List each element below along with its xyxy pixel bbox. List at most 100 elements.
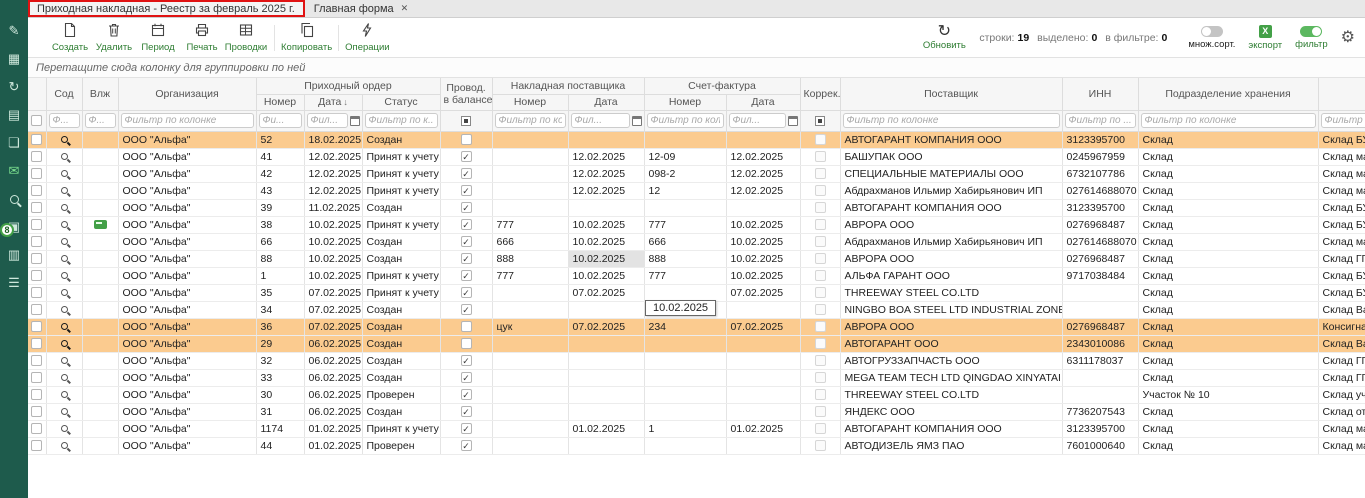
reports-icon[interactable]: ▥ <box>8 248 20 261</box>
row-select-checkbox[interactable] <box>31 270 42 281</box>
header-supplier[interactable]: Поставщик <box>840 78 1062 110</box>
search-icon[interactable] <box>10 192 19 205</box>
row-select-checkbox[interactable] <box>31 372 42 383</box>
in-balance-checkbox[interactable] <box>461 321 472 332</box>
table-row[interactable]: ООО "Альфа"117401.02.2025Принят к учету✓… <box>28 420 1365 437</box>
in-balance-checkbox[interactable]: ✓ <box>461 304 472 315</box>
table-row[interactable]: ООО "Альфа"3206.02.2025Создан✓АВТОГРУЗЗА… <box>28 352 1365 369</box>
table-row[interactable]: ООО "Альфа"3306.02.2025Создан✓MEGA TEAM … <box>28 369 1365 386</box>
table-row[interactable]: ООО "Альфа"4112.02.2025Принят к учету✓12… <box>28 148 1365 165</box>
table-row[interactable]: ООО "Альфа"3810.02.2025Принят к учету✓77… <box>28 216 1365 233</box>
table-row[interactable]: ООО "Альфа"3911.02.2025Создан✓АВТОГАРАНТ… <box>28 199 1365 216</box>
menu-icon[interactable]: ☰ <box>8 276 20 289</box>
close-icon[interactable]: ✕ <box>401 3 409 14</box>
header-supplier-invoice-date[interactable]: Дата <box>568 94 644 110</box>
magnifier-icon[interactable] <box>61 170 68 177</box>
table-row[interactable]: ООО "Альфа"3607.02.2025Созданцук07.02.20… <box>28 318 1365 335</box>
export-button[interactable]: X экспорт <box>1248 25 1282 51</box>
supplier-filter-input[interactable] <box>843 113 1060 128</box>
inn-filter-input[interactable] <box>1065 113 1136 128</box>
magnifier-icon[interactable] <box>61 425 68 432</box>
table-row[interactable]: ООО "Альфа"4212.02.2025Принят к учету✓12… <box>28 165 1365 182</box>
in-balance-checkbox[interactable]: ✓ <box>461 389 472 400</box>
correction-checkbox[interactable] <box>815 134 826 145</box>
supplier-invoice-number-filter-input[interactable] <box>495 113 566 128</box>
multisort-toggle[interactable] <box>1201 26 1223 37</box>
correction-checkbox[interactable] <box>815 321 826 332</box>
multisort-toggle-group[interactable]: множ.сорт. <box>1188 26 1235 50</box>
correction-checkbox[interactable] <box>815 185 826 196</box>
calendar-icon[interactable] <box>350 116 360 126</box>
table-row[interactable]: ООО "Альфа"2906.02.2025СозданАВТОГАРАНТ … <box>28 335 1365 352</box>
correction-checkbox[interactable] <box>815 236 826 247</box>
in-balance-checkbox[interactable]: ✓ <box>461 372 472 383</box>
in-balance-checkbox[interactable]: ✓ <box>461 219 472 230</box>
edit-icon[interactable]: ✎ <box>9 24 20 37</box>
in-balance-checkbox[interactable]: ✓ <box>461 168 472 179</box>
in-balance-checkbox[interactable]: ✓ <box>461 406 472 417</box>
table-row[interactable]: ООО "Альфа"8810.02.2025Создан✓88810.02.2… <box>28 250 1365 267</box>
magnifier-icon[interactable] <box>61 408 68 415</box>
row-select-checkbox[interactable] <box>31 321 42 332</box>
filter-toggle[interactable] <box>1300 26 1322 37</box>
correction-checkbox[interactable] <box>815 287 826 298</box>
header-correction[interactable]: Коррек... <box>800 78 840 110</box>
row-select-checkbox[interactable] <box>31 423 42 434</box>
row-select-checkbox[interactable] <box>31 304 42 315</box>
header-supplier-invoice-number[interactable]: Номер <box>492 94 568 110</box>
correction-checkbox[interactable] <box>815 168 826 179</box>
header-vlozh[interactable]: Влж <box>82 78 118 110</box>
sync-icon[interactable]: ↻ <box>9 80 20 93</box>
create-button[interactable]: Создать <box>48 22 92 53</box>
table-row[interactable]: ООО "Альфа"3106.02.2025Создан✓ЯНДЕКС ООО… <box>28 403 1365 420</box>
correction-checkbox[interactable] <box>815 372 826 383</box>
magnifier-icon[interactable] <box>61 340 68 347</box>
row-select-checkbox[interactable] <box>31 440 42 451</box>
header-factura-number[interactable]: Номер <box>644 94 726 110</box>
in-balance-checkbox[interactable]: ✓ <box>461 270 472 281</box>
postings-button[interactable]: Проводки <box>224 22 268 53</box>
row-select-checkbox[interactable] <box>31 253 42 264</box>
correction-checkbox[interactable] <box>815 202 826 213</box>
row-select-checkbox[interactable] <box>31 219 42 230</box>
magnifier-icon[interactable] <box>61 136 68 143</box>
table-row[interactable]: ООО "Альфа"5218.02.2025СозданАВТОГАРАНТ … <box>28 131 1365 148</box>
calendar-icon[interactable] <box>632 116 642 126</box>
print-queue-icon[interactable]: ▤ <box>8 108 20 121</box>
sod-filter-input[interactable] <box>49 113 80 128</box>
table-row[interactable]: ООО "Альфа"4312.02.2025Принят к учету✓12… <box>28 182 1365 199</box>
header-sod[interactable]: Сод <box>46 78 82 110</box>
magnifier-icon[interactable] <box>61 272 68 279</box>
magnifier-icon[interactable] <box>61 289 68 296</box>
in-balance-checkbox[interactable]: ✓ <box>461 151 472 162</box>
delete-button[interactable]: Удалить <box>92 22 136 53</box>
subdivision-filter-input[interactable] <box>1141 113 1316 128</box>
select-all-checkbox[interactable] <box>31 115 42 126</box>
magnifier-icon[interactable] <box>61 204 68 211</box>
header-subdivision[interactable]: Подразделение хранения <box>1138 78 1318 110</box>
tab-incoming-invoice-register[interactable]: Приходная накладная - Реестр за февраль … <box>28 0 305 17</box>
in-balance-checkbox[interactable]: ✓ <box>461 287 472 298</box>
correction-checkbox[interactable] <box>815 440 826 451</box>
correction-checkbox[interactable] <box>815 389 826 400</box>
magnifier-icon[interactable] <box>61 306 68 313</box>
in-balance-checkbox[interactable]: ✓ <box>461 236 472 247</box>
in-balance-filter-checkbox[interactable] <box>461 116 471 126</box>
correction-checkbox[interactable] <box>815 304 826 315</box>
order-date-filter-input[interactable] <box>307 113 348 128</box>
header-status[interactable]: Статус <box>362 94 440 110</box>
in-balance-checkbox[interactable] <box>461 134 472 145</box>
calendar-icon[interactable] <box>788 116 798 126</box>
modules-icon[interactable]: ▦ <box>8 52 20 65</box>
row-select-checkbox[interactable] <box>31 287 42 298</box>
in-balance-checkbox[interactable]: ✓ <box>461 185 472 196</box>
magnifier-icon[interactable] <box>61 442 68 449</box>
copy-button[interactable]: Копировать <box>281 22 332 53</box>
header-organization[interactable]: Организация <box>118 78 256 110</box>
correction-checkbox[interactable] <box>815 423 826 434</box>
warehouse-filter-input[interactable] <box>1321 113 1365 128</box>
operations-button[interactable]: Операции <box>345 22 389 53</box>
magnifier-icon[interactable] <box>61 153 68 160</box>
filter-toggle-group[interactable]: фильтр <box>1295 26 1328 50</box>
correction-filter-checkbox[interactable] <box>815 116 825 126</box>
